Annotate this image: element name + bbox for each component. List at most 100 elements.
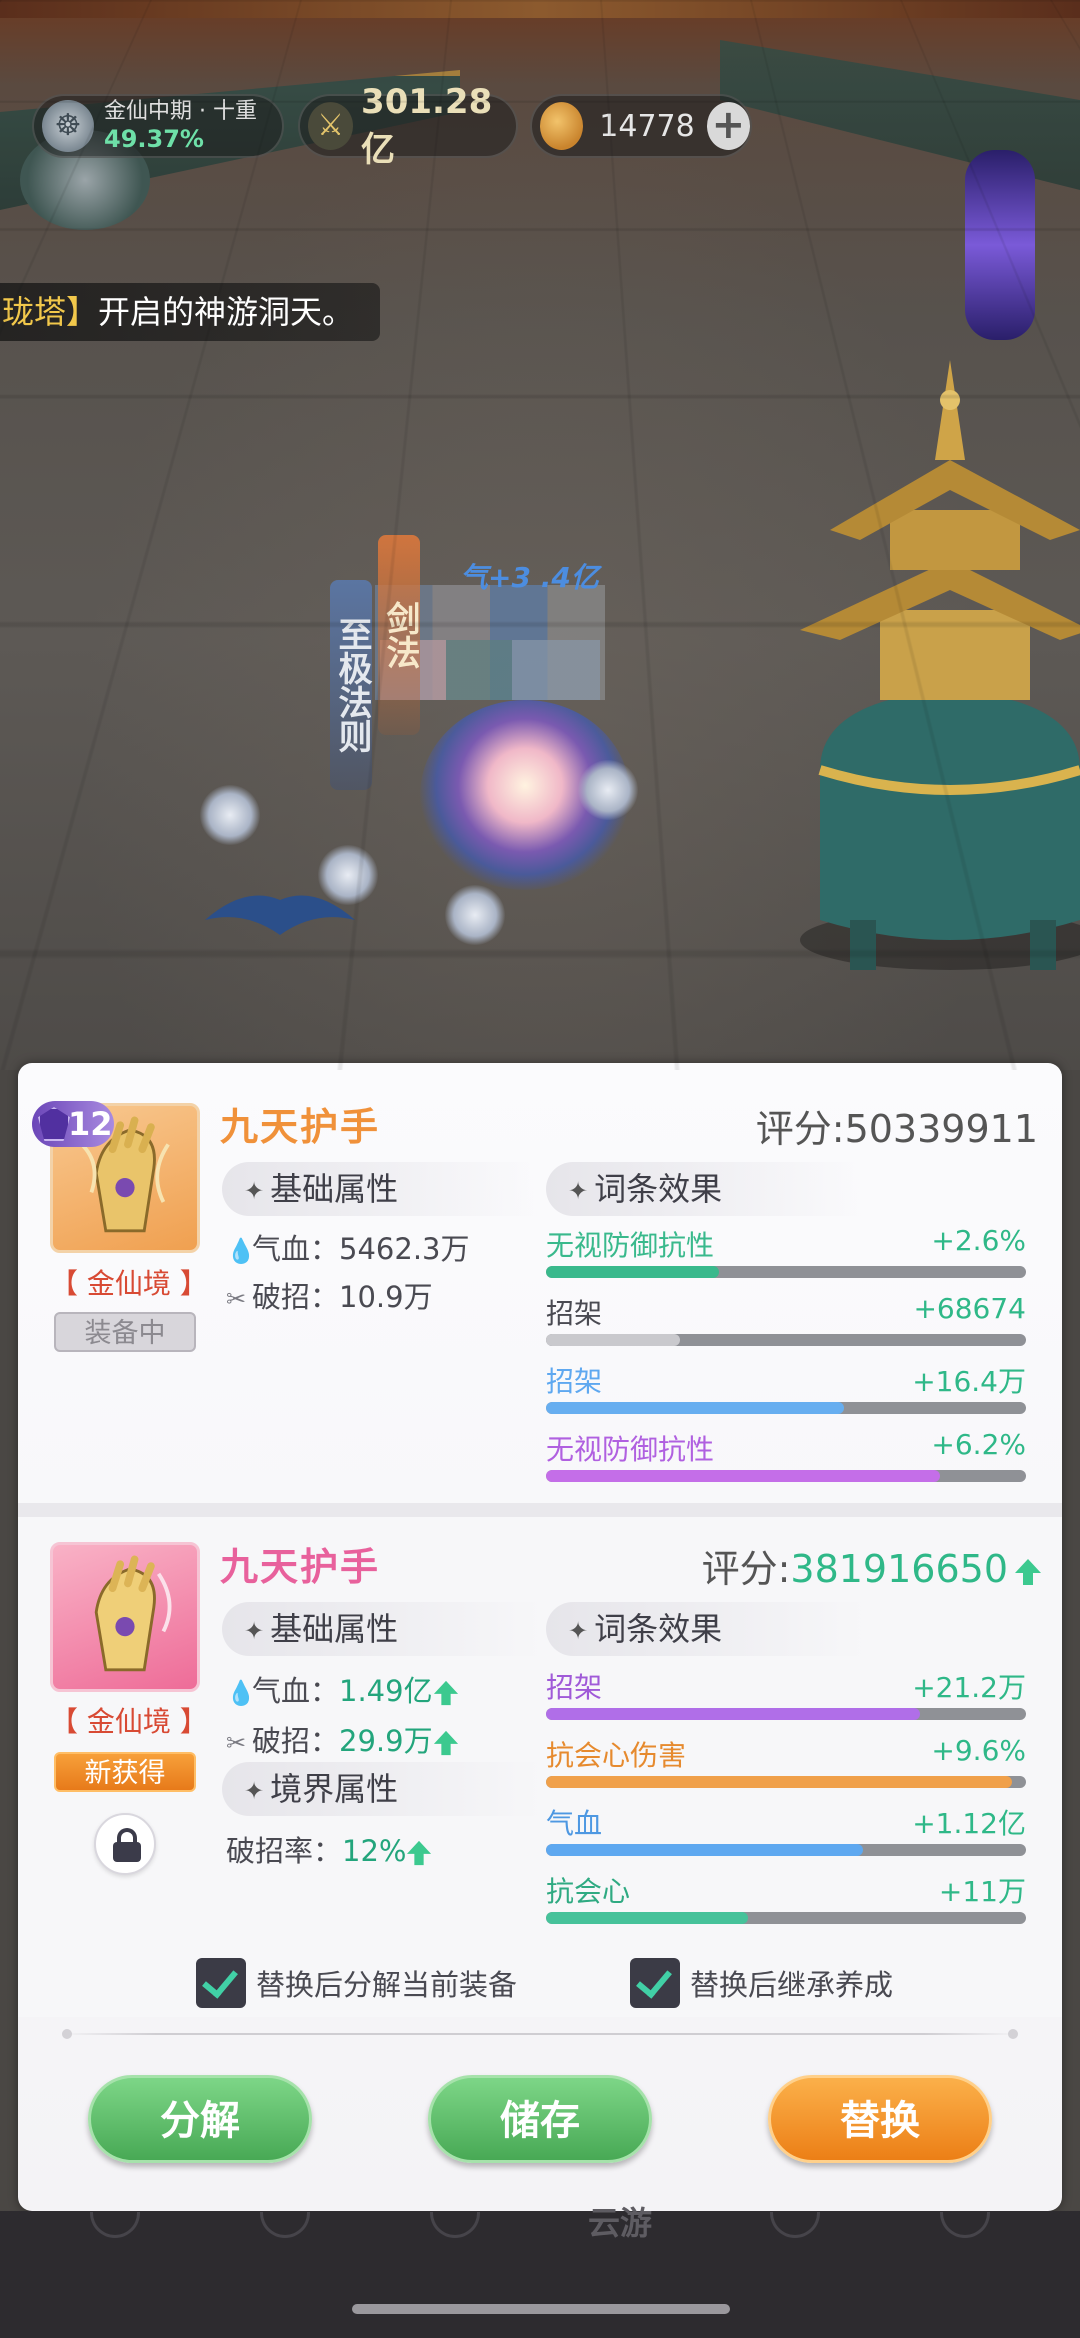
blue-bat-pet bbox=[205, 895, 355, 935]
affix-bar-fill bbox=[546, 1912, 748, 1924]
affix-bar bbox=[546, 1844, 1026, 1856]
store-button[interactable]: 储存 bbox=[428, 2075, 652, 2163]
currency-pill[interactable]: 14778 + bbox=[530, 94, 752, 158]
stat-label: 破招率： bbox=[226, 1834, 343, 1868]
sparkle-icon: ✦ bbox=[568, 1177, 589, 1205]
stat-label: 气血： bbox=[252, 1232, 340, 1266]
increase-arrow-icon bbox=[433, 1680, 458, 1706]
decompose-option-label: 替换后分解当前装备 bbox=[256, 1968, 518, 2002]
stat-line: 💧气血：1.49亿 bbox=[226, 1668, 459, 1710]
base-attributes-header: ✦ 基础属性 bbox=[222, 1602, 542, 1656]
blood-drop-icon: 💧 bbox=[226, 1679, 256, 1707]
affix-row: 抗会心 +11万 bbox=[546, 1870, 1026, 1936]
affix-effects-title: 词条效果 bbox=[594, 1610, 723, 1648]
inherit-checkbox[interactable] bbox=[630, 1958, 680, 2008]
affix-row: 气血 +1.12亿 bbox=[546, 1802, 1026, 1868]
affix-name: 气血 bbox=[546, 1807, 603, 1840]
stat-label: 破招： bbox=[252, 1724, 340, 1758]
affix-value: +16.4万 bbox=[912, 1365, 1026, 1398]
sparkle-icon: ✦ bbox=[568, 1617, 589, 1645]
crossed-swords-icon: ⚔ bbox=[308, 102, 354, 150]
new-item-icon[interactable] bbox=[50, 1542, 200, 1692]
affix-effects-header: ✦ 词条效果 bbox=[546, 1162, 866, 1216]
combat-power-value: 301.28亿 bbox=[361, 81, 493, 170]
affix-bar bbox=[546, 1708, 1026, 1720]
sparkle-icon: ✦ bbox=[244, 1777, 265, 1805]
increase-arrow-icon bbox=[433, 1730, 458, 1756]
affix-bar-fill bbox=[546, 1266, 719, 1278]
stat-line: ✂ 破招：29.9万 bbox=[226, 1718, 459, 1760]
sparkle-icon: ✦ bbox=[244, 1617, 265, 1645]
equipped-status-tag: 装备中 bbox=[54, 1312, 196, 1352]
affix-bar bbox=[546, 1266, 1026, 1278]
divider-dot bbox=[62, 2029, 72, 2039]
enhance-level: 12 bbox=[68, 1105, 113, 1143]
increase-arrow-icon bbox=[407, 1840, 432, 1866]
skill-banner-law: 至极法则 bbox=[330, 580, 372, 790]
combat-power-pill[interactable]: ⚔ 301.28亿 bbox=[298, 82, 518, 170]
stat-value: 29.9万 bbox=[339, 1724, 433, 1758]
notice-text: 开启的神游洞天。 bbox=[98, 293, 355, 331]
stat-label: 破招： bbox=[252, 1280, 340, 1314]
pet-minion bbox=[578, 760, 638, 820]
affix-bar bbox=[546, 1912, 1026, 1924]
affix-name: 无视防御抗性 bbox=[546, 1229, 715, 1262]
decompose-current-option[interactable]: 替换后分解当前装备 bbox=[196, 1957, 517, 2009]
replace-button[interactable]: 替换 bbox=[768, 2075, 992, 2163]
affix-bar-fill bbox=[546, 1708, 921, 1720]
stat-value: 10.9万 bbox=[339, 1280, 433, 1314]
divider-dot bbox=[1008, 2029, 1018, 2039]
purple-spirit bbox=[965, 150, 1035, 340]
base-attributes-title: 基础属性 bbox=[270, 1610, 399, 1648]
lock-button[interactable] bbox=[94, 1813, 156, 1875]
new-acquired-tag: 新获得 bbox=[54, 1752, 196, 1792]
affix-row: 招架 +21.2万 bbox=[546, 1666, 1026, 1732]
home-indicator[interactable] bbox=[352, 2304, 730, 2314]
base-attributes-title: 基础属性 bbox=[270, 1170, 399, 1208]
score-value: 50339911 bbox=[844, 1107, 1038, 1151]
break-icon: ✂ bbox=[226, 1729, 247, 1757]
lock-icon-body bbox=[113, 1842, 141, 1862]
score-label: 评分: bbox=[755, 1107, 845, 1151]
affix-row: 招架 +68674 bbox=[546, 1292, 1026, 1358]
realm-attributes-title: 境界属性 bbox=[270, 1770, 399, 1808]
section-divider bbox=[18, 1503, 1062, 1517]
skill-banner-sword: 剑法 bbox=[378, 535, 420, 735]
stat-line: ✂ 破招：10.9万 bbox=[226, 1274, 433, 1316]
purple-gem-icon bbox=[38, 1107, 70, 1141]
realm-progress-pill[interactable]: 金仙中期 · 十重 49.37% bbox=[32, 94, 284, 158]
affix-row: 抗会心伤害 +9.6% bbox=[546, 1734, 1026, 1800]
options-divider bbox=[60, 2033, 1020, 2035]
new-item-score: 评分:381916650 bbox=[702, 1538, 1042, 1593]
pagoda-structure bbox=[800, 360, 1080, 970]
stat-value: 12% bbox=[342, 1834, 407, 1868]
score-label: 评分: bbox=[701, 1547, 791, 1591]
affix-bar bbox=[546, 1776, 1026, 1788]
wander-button-label[interactable]: 云游 bbox=[588, 2198, 652, 2244]
inherit-growth-option[interactable]: 替换后继承养成 bbox=[630, 1957, 893, 2009]
affix-row: 招架 +16.4万 bbox=[546, 1360, 1026, 1426]
decompose-button[interactable]: 分解 bbox=[88, 2075, 312, 2163]
system-notice: 珑塔】开启的神游洞天。 bbox=[0, 283, 381, 341]
realm-name: 金仙中期 · 十重 bbox=[104, 99, 257, 124]
notice-highlight: 珑塔】 bbox=[2, 293, 99, 331]
add-currency-button[interactable]: + bbox=[706, 102, 750, 150]
affix-value: +68674 bbox=[913, 1292, 1026, 1325]
affix-effects-title: 词条效果 bbox=[594, 1170, 723, 1208]
gauntlet-icon bbox=[94, 1555, 172, 1672]
affix-bar-fill bbox=[546, 1844, 863, 1856]
realm-emblem-icon bbox=[42, 100, 94, 152]
affix-bar bbox=[546, 1470, 1026, 1482]
pet-minion bbox=[445, 885, 505, 945]
game-scene[interactable]: 气+3 .4亿 至极法则 剑法 金仙中期 · 十重 49.37% ⚔ 301.2… bbox=[0, 0, 1080, 1070]
decompose-checkbox[interactable] bbox=[196, 1958, 246, 2008]
currency-amount: 14778 bbox=[599, 108, 695, 144]
affix-row: 无视防御抗性 +6.2% bbox=[546, 1428, 1026, 1494]
enhance-level-badge: 12 bbox=[32, 1101, 114, 1147]
current-item-name: 九天护手 bbox=[220, 1105, 381, 1149]
affix-bar bbox=[546, 1334, 1026, 1346]
stat-value: 5462.3万 bbox=[339, 1232, 470, 1266]
affix-row: 无视防御抗性 +2.6% bbox=[546, 1224, 1026, 1290]
pet-minion bbox=[200, 785, 260, 845]
far-wall bbox=[0, 0, 1080, 18]
